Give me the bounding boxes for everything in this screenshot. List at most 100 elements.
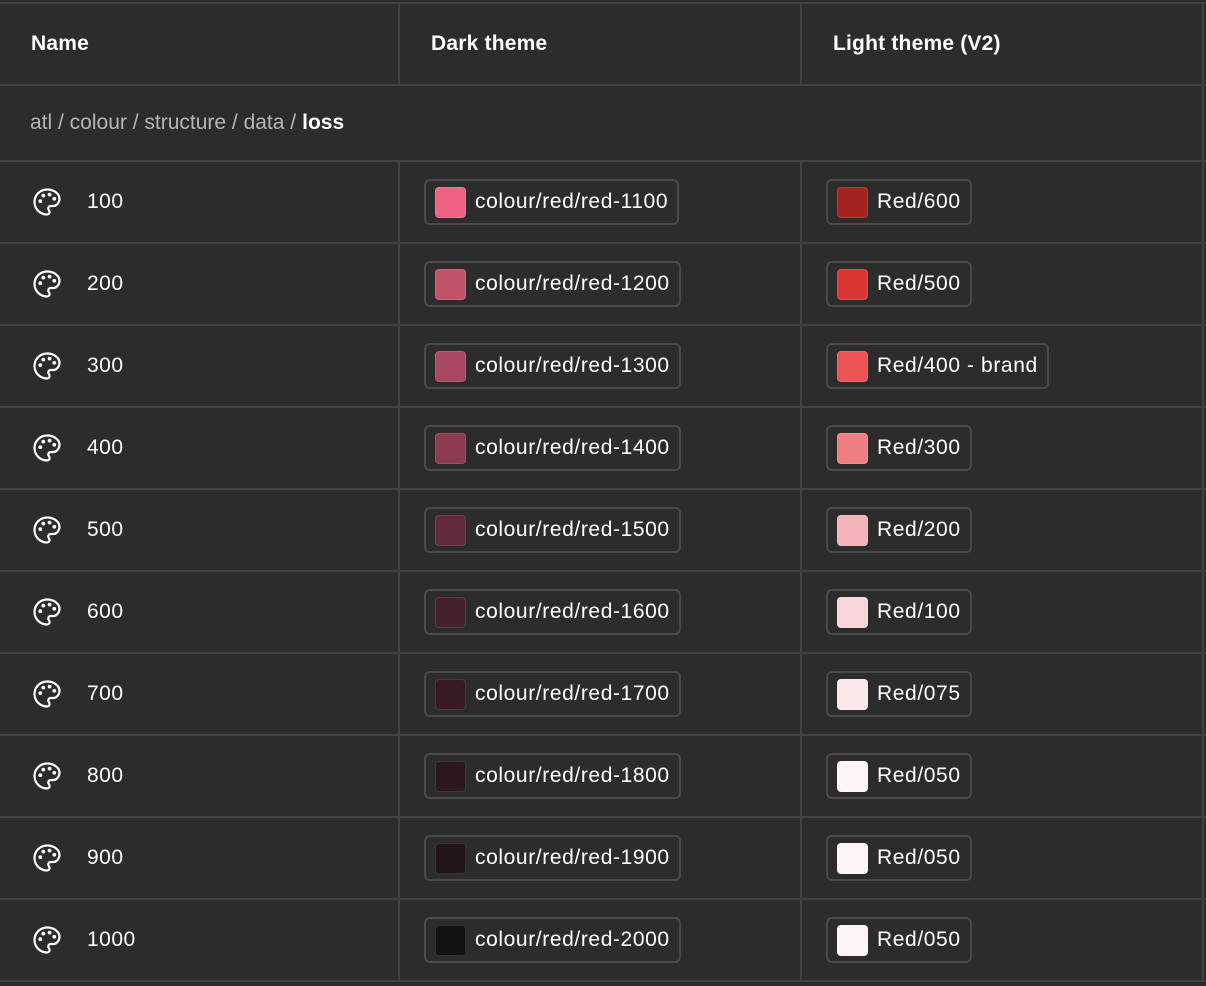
light-theme-token-label: Red/200: [877, 518, 961, 541]
palette-icon: [33, 844, 61, 872]
color-swatch: [837, 924, 868, 956]
light-theme-token-label: Red/075: [877, 682, 961, 705]
table-row[interactable]: 200 colour/red/red-1200 Red/500: [0, 244, 1206, 326]
light-theme-chip[interactable]: Red/200: [826, 507, 972, 553]
light-theme-chip[interactable]: Red/400 - brand: [826, 343, 1049, 389]
table-row[interactable]: 300 colour/red/red-1300 Red/400 - brand: [0, 326, 1206, 408]
token-name: 100: [87, 190, 124, 213]
dark-theme-cell: colour/red/red-1700: [400, 654, 802, 734]
token-name: 200: [87, 272, 124, 295]
color-swatch: [435, 186, 466, 218]
dark-theme-chip[interactable]: colour/red/red-1300: [424, 343, 681, 389]
palette-icon: [33, 598, 61, 626]
dark-theme-token-label: colour/red/red-1700: [475, 682, 670, 705]
column-header-name[interactable]: Name: [0, 4, 400, 84]
color-swatch: [435, 678, 466, 710]
light-theme-chip[interactable]: Red/050: [826, 917, 972, 963]
group-path: atl / colour / structure / data /: [30, 111, 297, 134]
color-swatch: [435, 268, 466, 300]
table-row[interactable]: 900 colour/red/red-1900 Red/050: [0, 818, 1206, 900]
table-row[interactable]: 500 colour/red/red-1500 Red/200: [0, 490, 1206, 572]
color-swatch: [837, 432, 868, 464]
light-theme-chip[interactable]: Red/300: [826, 425, 972, 471]
color-swatch: [837, 186, 868, 218]
color-swatch: [837, 596, 868, 628]
dark-theme-chip[interactable]: colour/red/red-1800: [424, 753, 681, 799]
color-swatch: [435, 596, 466, 628]
dark-theme-cell: colour/red/red-2000: [400, 900, 802, 980]
color-swatch: [435, 514, 466, 546]
color-swatch: [837, 842, 868, 874]
table-row[interactable]: 700 colour/red/red-1700 Red/075: [0, 654, 1206, 736]
light-theme-cell: Red/400 - brand: [802, 326, 1204, 406]
table-row[interactable]: 1000 colour/red/red-2000 Red/050: [0, 900, 1206, 982]
dark-theme-cell: colour/red/red-1200: [400, 244, 802, 324]
light-theme-cell: Red/050: [802, 736, 1204, 816]
name-cell: 700: [0, 654, 400, 734]
light-theme-token-label: Red/050: [877, 928, 961, 951]
light-theme-token-label: Red/050: [877, 764, 961, 787]
column-header-dark-theme[interactable]: Dark theme: [400, 4, 802, 84]
light-theme-cell: Red/100: [802, 572, 1204, 652]
palette-icon: [33, 270, 61, 298]
dark-theme-chip[interactable]: colour/red/red-2000: [424, 917, 681, 963]
light-theme-token-label: Red/400 - brand: [877, 354, 1038, 377]
dark-theme-token-label: colour/red/red-2000: [475, 928, 670, 951]
palette-icon: [33, 516, 61, 544]
light-theme-chip[interactable]: Red/050: [826, 835, 972, 881]
token-name: 1000: [87, 928, 136, 951]
light-theme-token-label: Red/100: [877, 600, 961, 623]
dark-theme-chip[interactable]: colour/red/red-1500: [424, 507, 681, 553]
color-swatch: [837, 268, 868, 300]
light-theme-token-label: Red/050: [877, 846, 961, 869]
color-swatch: [435, 924, 466, 956]
dark-theme-token-label: colour/red/red-1600: [475, 600, 670, 623]
table-row[interactable]: 400 colour/red/red-1400 Red/300: [0, 408, 1206, 490]
token-name: 300: [87, 354, 124, 377]
token-name: 500: [87, 518, 124, 541]
color-swatch: [435, 842, 466, 874]
dark-theme-chip[interactable]: colour/red/red-1900: [424, 835, 681, 881]
dark-theme-chip[interactable]: colour/red/red-1100: [424, 179, 680, 225]
color-swatch: [435, 760, 466, 792]
dark-theme-token-label: colour/red/red-1200: [475, 272, 670, 295]
table-row[interactable]: 800 colour/red/red-1800 Red/050: [0, 736, 1206, 818]
palette-icon: [33, 926, 61, 954]
dark-theme-chip[interactable]: colour/red/red-1600: [424, 589, 681, 635]
dark-theme-token-label: colour/red/red-1500: [475, 518, 670, 541]
light-theme-chip[interactable]: Red/500: [826, 261, 972, 307]
color-swatch: [435, 350, 466, 382]
name-cell: 300: [0, 326, 400, 406]
light-theme-chip[interactable]: Red/050: [826, 753, 972, 799]
group-breadcrumb: atl / colour / structure / data / loss: [0, 86, 1204, 160]
dark-theme-chip[interactable]: colour/red/red-1700: [424, 671, 681, 717]
column-header-light-theme[interactable]: Light theme (V2): [802, 4, 1204, 84]
token-name: 700: [87, 682, 124, 705]
dark-theme-token-label: colour/red/red-1300: [475, 354, 670, 377]
dark-theme-cell: colour/red/red-1300: [400, 326, 802, 406]
palette-icon: [33, 762, 61, 790]
color-swatch: [837, 760, 868, 792]
light-theme-cell: Red/600: [802, 162, 1204, 242]
light-theme-cell: Red/200: [802, 490, 1204, 570]
name-cell: 600: [0, 572, 400, 652]
color-token-table: Name Dark theme Light theme (V2) atl / c…: [0, 2, 1206, 982]
dark-theme-cell: colour/red/red-1400: [400, 408, 802, 488]
dark-theme-token-label: colour/red/red-1800: [475, 764, 670, 787]
name-cell: 900: [0, 818, 400, 898]
dark-theme-cell: colour/red/red-1800: [400, 736, 802, 816]
name-cell: 500: [0, 490, 400, 570]
light-theme-cell: Red/075: [802, 654, 1204, 734]
light-theme-chip[interactable]: Red/600: [826, 179, 972, 225]
table-row[interactable]: 100 colour/red/red-1100 Red/600: [0, 162, 1206, 244]
palette-icon: [33, 680, 61, 708]
token-name: 400: [87, 436, 124, 459]
light-theme-token-label: Red/300: [877, 436, 961, 459]
light-theme-chip[interactable]: Red/100: [826, 589, 972, 635]
dark-theme-chip[interactable]: colour/red/red-1400: [424, 425, 681, 471]
dark-theme-chip[interactable]: colour/red/red-1200: [424, 261, 681, 307]
light-theme-chip[interactable]: Red/075: [826, 671, 972, 717]
color-swatch: [435, 432, 466, 464]
table-row[interactable]: 600 colour/red/red-1600 Red/100: [0, 572, 1206, 654]
name-cell: 800: [0, 736, 400, 816]
